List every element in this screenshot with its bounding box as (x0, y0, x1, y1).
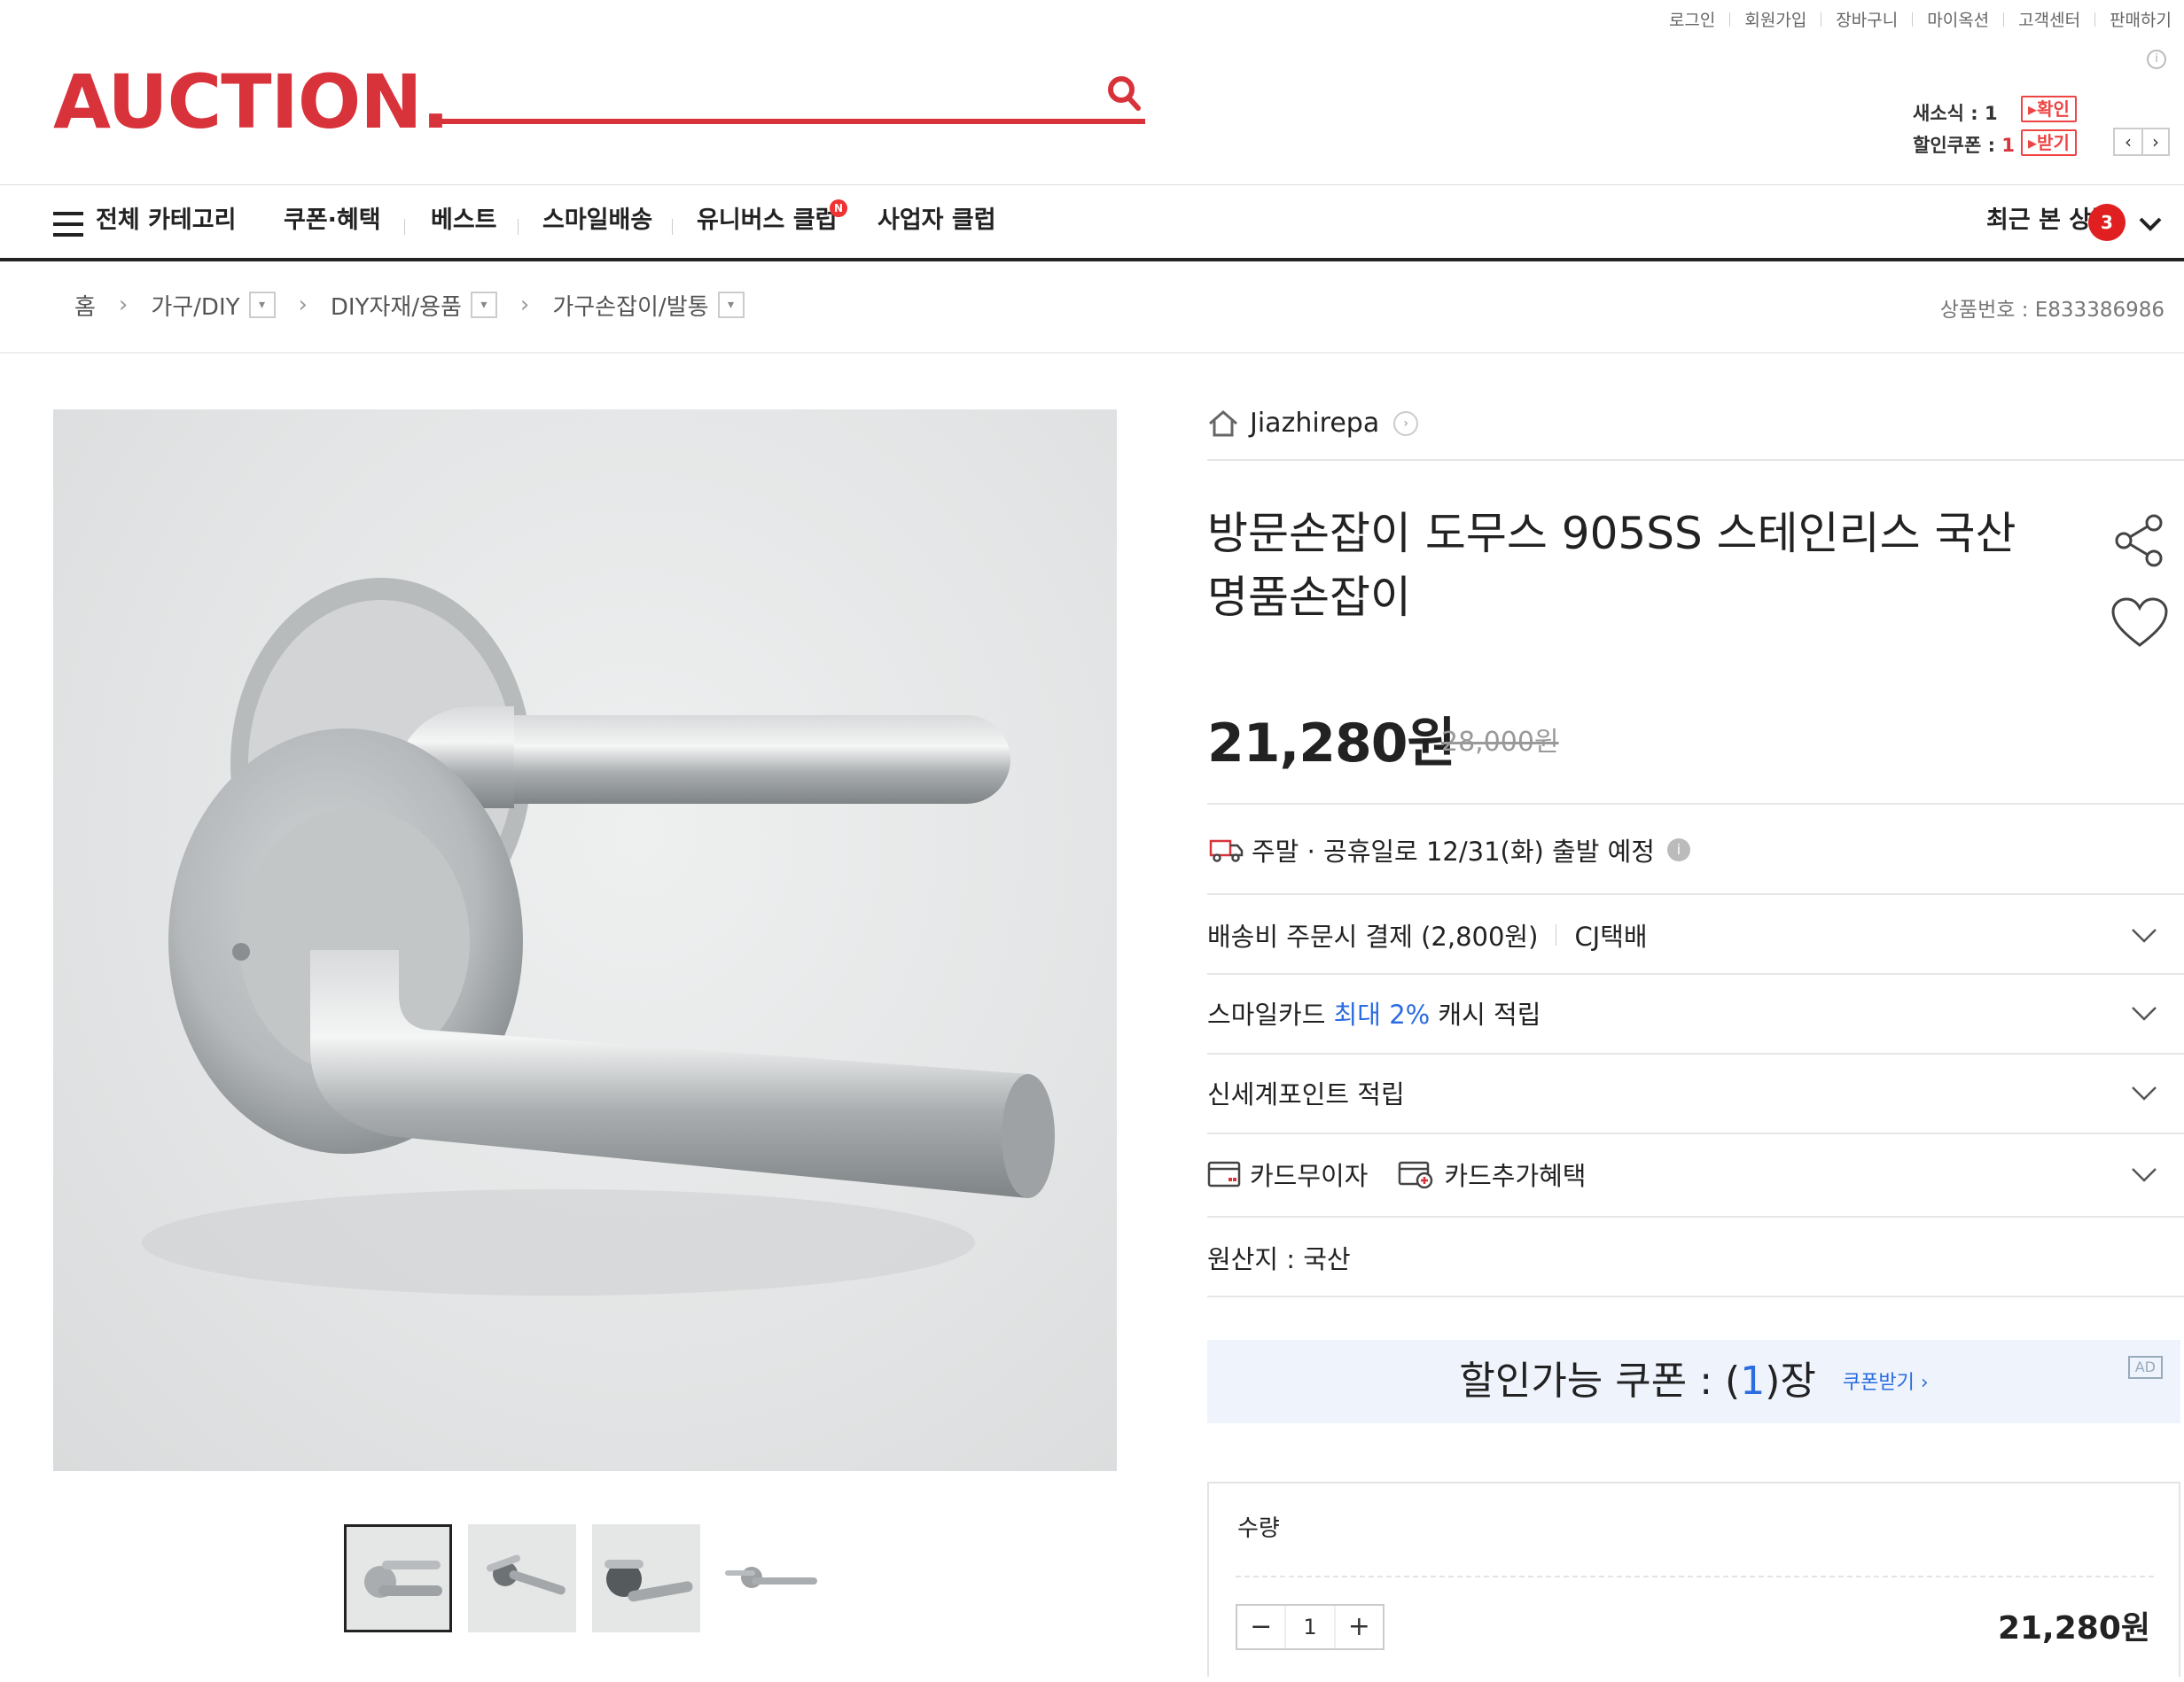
sale-price: 21,280원 (1207, 713, 1456, 775)
customer-center-link[interactable]: 고객센터 (2018, 7, 2080, 31)
breadcrumb-divider (0, 352, 2184, 354)
dropdown-icon[interactable]: ▾ (717, 292, 745, 318)
home-icon (1209, 409, 1237, 436)
card-extra-benefit: 카드추가혜택 (1444, 1161, 1587, 1191)
chevron-down-icon[interactable] (2131, 1079, 2157, 1106)
delivery-fee: 배송비 주문시 결제 (2,800원) (1207, 922, 1539, 952)
chevron-right-icon: › (1393, 410, 1419, 436)
quantity-box: 수량 − 1 + 21,280원 (1207, 1482, 2180, 1677)
nav-smile-delivery[interactable]: 스마일배송 (542, 203, 652, 238)
card-interest-free: 카드무이자 (1250, 1161, 1369, 1191)
utility-links: 로그인 회원가입 장바구니 마이옥션 고객센터 판매하기 i (1669, 7, 2172, 69)
total-price: 21,280원 (1997, 1610, 2150, 1647)
nav-coupon-benefit[interactable]: 쿠폰·혜택 (284, 203, 381, 238)
origin-row: 원산지 : 국산 (1207, 1237, 2184, 1278)
signup-link[interactable]: 회원가입 (1744, 7, 1806, 31)
chevron-down-icon[interactable] (2131, 1161, 2157, 1188)
thumbnail-strip (344, 1524, 824, 1632)
thumbnail-2[interactable] (468, 1524, 576, 1632)
seller-name: Jiazhirepa (1250, 408, 1380, 439)
shinsegae-row[interactable]: 신세계포인트 적립 (1207, 1072, 2184, 1113)
hamburger-icon[interactable] (53, 212, 83, 237)
cart-link[interactable]: 장바구니 (1836, 7, 1898, 31)
quantity-label: 수량 (1237, 1515, 1280, 1542)
delivery-row[interactable]: 배송비 주문시 결제 (2,800원) CJ택배 (1207, 915, 2184, 955)
quantity-value[interactable]: 1 (1284, 1606, 1336, 1648)
quantity-stepper: − 1 + (1236, 1604, 1384, 1650)
seller-link[interactable]: Jiazhirepa › (1207, 408, 1419, 439)
coupon-suffix: )장 (1765, 1359, 1816, 1404)
news-label: 새소식 : (1913, 103, 1985, 124)
recent-count-badge: 3 (2088, 204, 2126, 241)
breadcrumb: 홈 › 가구/DIY ▾ › DIY자재/용품 ▾ › 가구손잡이/발통 ▾ (74, 287, 745, 323)
product-title: 방문손잡이 도무스 905SS 스테인리스 국산 명품손잡이 (1207, 508, 2016, 623)
coupon-receive-button[interactable]: ▸받기 (2021, 129, 2077, 156)
minus-button[interactable]: − (1237, 1606, 1284, 1648)
coupon-count: 1 (1740, 1359, 1766, 1404)
smile-card-suffix: 캐시 적립 (1430, 1000, 1541, 1030)
search-underline (436, 119, 1145, 124)
product-main-image[interactable] (53, 409, 1117, 1471)
thumbnail-1[interactable] (344, 1524, 452, 1632)
card-benefit-row[interactable]: 카드무이자 카드추가혜택 (1207, 1154, 2184, 1195)
next-arrow-icon[interactable]: › (2141, 129, 2168, 154)
auction-logo[interactable]: AUCTION. (53, 62, 449, 142)
shipping-note-row: 주말 · 공휴일로 12/31(화) 출발 예정 i (1207, 829, 2184, 870)
search-icon[interactable] (1106, 74, 1142, 113)
chevron-right-icon: › (298, 292, 308, 318)
truck-icon (1209, 839, 1244, 862)
chevron-down-icon[interactable] (2138, 215, 2163, 233)
original-price: 28,000원 (1441, 727, 1559, 758)
coupon-receive-link[interactable]: 쿠폰받기 › (1843, 1372, 1929, 1394)
smile-card-highlight: 최대 2% (1333, 1000, 1431, 1030)
coupon-banner[interactable]: 할인가능 쿠폰 : (1)장 쿠폰받기 › AD (1207, 1340, 2180, 1423)
coupon-prefix: 할인가능 쿠폰 : ( (1459, 1359, 1741, 1404)
chevron-right-icon: › (118, 292, 129, 318)
info-icon[interactable]: i (2147, 50, 2166, 69)
search-input[interactable] (443, 71, 1081, 115)
product-number: 상품번호 : E833386986 (1939, 299, 2164, 322)
news-count: 1 (1984, 103, 1998, 124)
nav-best[interactable]: 베스트 (431, 203, 497, 238)
sell-link[interactable]: 판매하기 (2110, 7, 2172, 31)
delivery-carrier: CJ택배 (1574, 922, 1648, 952)
coupon-label: 할인쿠폰 : (1913, 135, 2002, 156)
shipping-note: 주말 · 공휴일로 12/31(화) 출발 예정 (1252, 837, 1655, 867)
login-link[interactable]: 로그인 (1669, 7, 1715, 31)
chevron-down-icon[interactable] (2131, 922, 2157, 948)
smile-card-prefix: 스마일카드 (1207, 1000, 1334, 1030)
breadcrumb-home[interactable]: 홈 (74, 289, 96, 322)
message-box: 새소식 : 1 할인쿠폰 : 1 (1913, 97, 2015, 161)
prev-arrow-icon[interactable]: ‹ (2115, 129, 2141, 154)
origin: 원산지 : 국산 (1207, 1244, 1351, 1274)
share-icon[interactable] (2113, 514, 2166, 567)
heart-icon[interactable] (2111, 597, 2168, 649)
thumbnail-4[interactable] (716, 1524, 824, 1632)
chevron-down-icon[interactable] (2131, 1000, 2157, 1026)
chevron-right-icon: › (519, 292, 530, 318)
breadcrumb-level-3[interactable]: 가구손잡이/발통 (552, 289, 708, 322)
card-icon (1207, 1161, 1241, 1188)
news-check-button[interactable]: ▸확인 (2021, 96, 2077, 122)
door-handle-illustration (142, 578, 1055, 1296)
nav-business-club[interactable]: 사업자 클럽 (878, 203, 996, 238)
plus-button[interactable]: + (1336, 1606, 1383, 1648)
info-icon[interactable]: i (1667, 838, 1690, 861)
thumbnail-3[interactable] (592, 1524, 700, 1632)
message-pager: ‹ › (2113, 128, 2170, 156)
my-auction-link[interactable]: 마이옥션 (1927, 7, 1989, 31)
coupon-count: 1 (2001, 135, 2015, 156)
nav-universe-club[interactable]: 유니버스 클럽 (697, 203, 837, 238)
breadcrumb-level-2[interactable]: DIY자재/용품 (331, 289, 462, 322)
card-plus-icon (1399, 1161, 1433, 1188)
ad-badge: AD (2127, 1356, 2163, 1379)
all-category-button[interactable]: 전체 카테고리 (96, 203, 236, 238)
shinsegae-point: 신세계포인트 적립 (1207, 1079, 1405, 1110)
new-badge: N (830, 199, 847, 217)
main-nav: 전체 카테고리 쿠폰·혜택 베스트 스마일배송 유니버스 클럽 N 사업자 클럽… (0, 185, 2184, 261)
breadcrumb-level-1[interactable]: 가구/DIY (151, 289, 239, 322)
smile-card-row[interactable]: 스마일카드 최대 2% 캐시 적립 (1207, 993, 2184, 1033)
dropdown-icon[interactable]: ▾ (248, 292, 276, 318)
dropdown-icon[interactable]: ▾ (470, 292, 497, 318)
